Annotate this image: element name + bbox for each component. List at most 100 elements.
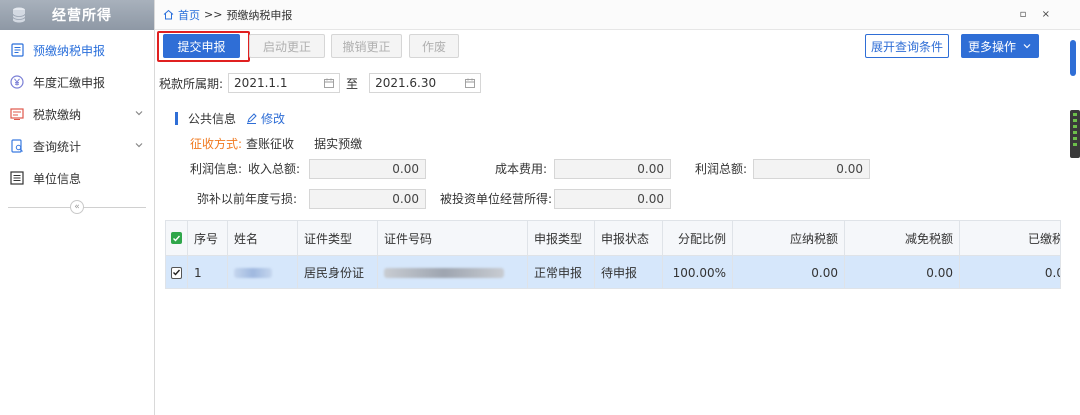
checkmark-icon bbox=[173, 269, 181, 276]
side-meter-widget[interactable] bbox=[1070, 110, 1080, 158]
more-actions-button[interactable]: 更多操作 bbox=[961, 34, 1039, 58]
calendar-icon[interactable] bbox=[324, 78, 334, 88]
sidebar-header: 经营所得 bbox=[0, 0, 154, 30]
sidebar-item-label: 税款缴纳 bbox=[33, 107, 82, 122]
database-icon bbox=[12, 7, 26, 23]
period-start-input[interactable]: 2021.1.1 bbox=[228, 73, 341, 93]
col-header-tax-reduced[interactable]: 减免税额 bbox=[845, 221, 960, 255]
sidebar-item-label: 单位信息 bbox=[33, 171, 82, 186]
investee-income-field[interactable]: 0.00 bbox=[554, 189, 671, 209]
redacted-id-number bbox=[384, 267, 504, 278]
cell-tax-payable: 0.00 bbox=[733, 256, 845, 288]
collapse-sidebar-button[interactable]: « bbox=[70, 200, 84, 214]
sidebar-item-label: 查询统计 bbox=[33, 139, 82, 154]
tax-period: 税款所属期: 2021.1.1 至 2021.6.30 bbox=[159, 72, 482, 94]
table-row[interactable]: 1 居民身份证 正常申报 待申报 100.00% 0.00 0.00 0.0 bbox=[166, 256, 1060, 288]
cell-ratio: 100.00% bbox=[663, 256, 733, 288]
income-field[interactable]: 0.00 bbox=[309, 159, 426, 179]
select-all-checkbox[interactable] bbox=[171, 232, 182, 244]
section-marker bbox=[175, 112, 178, 125]
home-icon bbox=[163, 9, 174, 20]
cell-tax-reduced: 0.00 bbox=[845, 256, 960, 288]
chevron-down-icon bbox=[1023, 44, 1031, 49]
edit-link[interactable]: 修改 bbox=[246, 110, 285, 127]
breadcrumb-current: 预缴纳税申报 bbox=[226, 8, 293, 22]
edit-label: 修改 bbox=[261, 112, 286, 126]
public-info-header: 公共信息 修改 bbox=[175, 110, 285, 127]
period-start-value: 2021.1.1 bbox=[234, 76, 288, 90]
restore-button[interactable]: ▫ bbox=[1020, 9, 1033, 20]
chevron-down-icon[interactable] bbox=[134, 108, 144, 118]
public-info-title: 公共信息 bbox=[188, 112, 237, 126]
breadcrumb-separator: >> bbox=[204, 8, 223, 21]
expand-query-button[interactable]: 展开查询条件 bbox=[865, 34, 949, 58]
prior-loss-label: 弥补以前年度亏损: bbox=[197, 192, 298, 206]
main-panel: 首页 >> 预缴纳税申报 ▫ × 提交申报 启动更正 撤销更正 作废 展开查询条… bbox=[155, 0, 1080, 415]
sidebar-item-annual-declaration[interactable]: 年度汇缴申报 bbox=[0, 66, 154, 98]
void-button[interactable]: 作废 bbox=[409, 34, 459, 58]
sidebar-item-label: 预缴纳税申报 bbox=[33, 43, 106, 58]
collection-method-option[interactable]: 查账征收 bbox=[246, 135, 294, 152]
period-end-input[interactable]: 2021.6.30 bbox=[369, 73, 482, 93]
col-header-tax-payable[interactable]: 应纳税额 bbox=[733, 221, 845, 255]
document-icon bbox=[10, 43, 24, 57]
row-select-cell bbox=[166, 256, 188, 288]
col-header-id-type[interactable]: 证件类型 bbox=[298, 221, 378, 255]
select-all-cell bbox=[166, 221, 188, 255]
col-header-index[interactable]: 序号 bbox=[188, 221, 228, 255]
yen-icon bbox=[10, 75, 24, 89]
col-header-ratio[interactable]: 分配比例 bbox=[663, 221, 733, 255]
list-icon bbox=[10, 171, 24, 185]
investee-income-label: 被投资单位经营所得: bbox=[440, 192, 553, 206]
period-to-label: 至 bbox=[346, 76, 359, 91]
profit-info-label: 利润信息: bbox=[190, 162, 243, 176]
col-header-id-number[interactable]: 证件号码 bbox=[378, 221, 528, 255]
toolbar: 提交申报 启动更正 撤销更正 作废 展开查询条件 更多操作 bbox=[155, 30, 1060, 62]
sidebar-item-query-stats[interactable]: 查询统计 bbox=[0, 130, 154, 162]
sidebar-title: 经营所得 bbox=[52, 8, 112, 24]
calendar-icon[interactable] bbox=[465, 78, 476, 88]
cell-id-number bbox=[378, 256, 528, 288]
taxpayer-table: 序号 姓名 证件类型 证件号码 申报类型 申报状态 分配比例 应纳税额 减免税额… bbox=[165, 220, 1061, 289]
collection-method-label: 征收方式: bbox=[190, 136, 243, 151]
col-header-name[interactable]: 姓名 bbox=[228, 221, 298, 255]
col-header-status[interactable]: 申报状态 bbox=[595, 221, 663, 255]
cell-tax-paid: 0.0 bbox=[1044, 265, 1060, 280]
cell-name bbox=[228, 256, 298, 288]
tax-period-label: 税款所属期: bbox=[159, 76, 224, 91]
period-end-value: 2021.6.30 bbox=[375, 76, 437, 90]
cell-status: 待申报 bbox=[595, 256, 663, 288]
sidebar-item-label: 年度汇缴申报 bbox=[33, 75, 106, 90]
sidebar: 经营所得 预缴纳税申报 年度汇缴申报 税款缴纳 查询统计 单位信息 « bbox=[0, 0, 155, 415]
profit-field[interactable]: 0.00 bbox=[753, 159, 870, 179]
collection-method-row: 征收方式: 查账征收 据实预缴 bbox=[190, 134, 362, 152]
table-header: 序号 姓名 证件类型 证件号码 申报类型 申报状态 分配比例 应纳税额 减免税额… bbox=[166, 221, 1060, 256]
close-button[interactable]: × bbox=[1042, 9, 1056, 20]
query-icon bbox=[10, 139, 24, 153]
window-controls: ▫ × bbox=[1020, 9, 1056, 20]
collection-method-option[interactable]: 据实预缴 bbox=[314, 135, 362, 152]
sidebar-item-unit-info[interactable]: 单位信息 bbox=[0, 162, 154, 194]
row-checkbox[interactable] bbox=[171, 266, 182, 279]
payment-icon bbox=[10, 107, 24, 121]
cancel-correction-button[interactable]: 撤销更正 bbox=[331, 34, 402, 58]
col-header-tax-paid[interactable]: 已缴税 bbox=[960, 221, 1060, 255]
income-label: 收入总额: bbox=[248, 162, 301, 176]
prior-loss-field[interactable]: 0.00 bbox=[309, 189, 426, 209]
cost-label: 成本费用: bbox=[495, 162, 548, 176]
cell-id-type: 居民身份证 bbox=[298, 256, 378, 288]
edit-icon bbox=[247, 113, 257, 124]
chevron-down-icon[interactable] bbox=[134, 140, 144, 150]
sidebar-item-prepay-declaration[interactable]: 预缴纳税申报 bbox=[0, 34, 154, 66]
highlight-box bbox=[157, 31, 250, 62]
start-correction-button[interactable]: 启动更正 bbox=[249, 34, 325, 58]
checkmark-icon bbox=[173, 235, 181, 242]
breadcrumb-home-link[interactable]: 首页 bbox=[178, 7, 200, 23]
more-actions-label: 更多操作 bbox=[967, 39, 1016, 54]
cell-declare-type: 正常申报 bbox=[528, 256, 595, 288]
cost-field[interactable]: 0.00 bbox=[554, 159, 671, 179]
redacted-name bbox=[234, 267, 272, 278]
sidebar-item-tax-payment[interactable]: 税款缴纳 bbox=[0, 98, 154, 130]
vertical-scrollbar[interactable] bbox=[1070, 40, 1076, 76]
col-header-declare-type[interactable]: 申报类型 bbox=[528, 221, 595, 255]
